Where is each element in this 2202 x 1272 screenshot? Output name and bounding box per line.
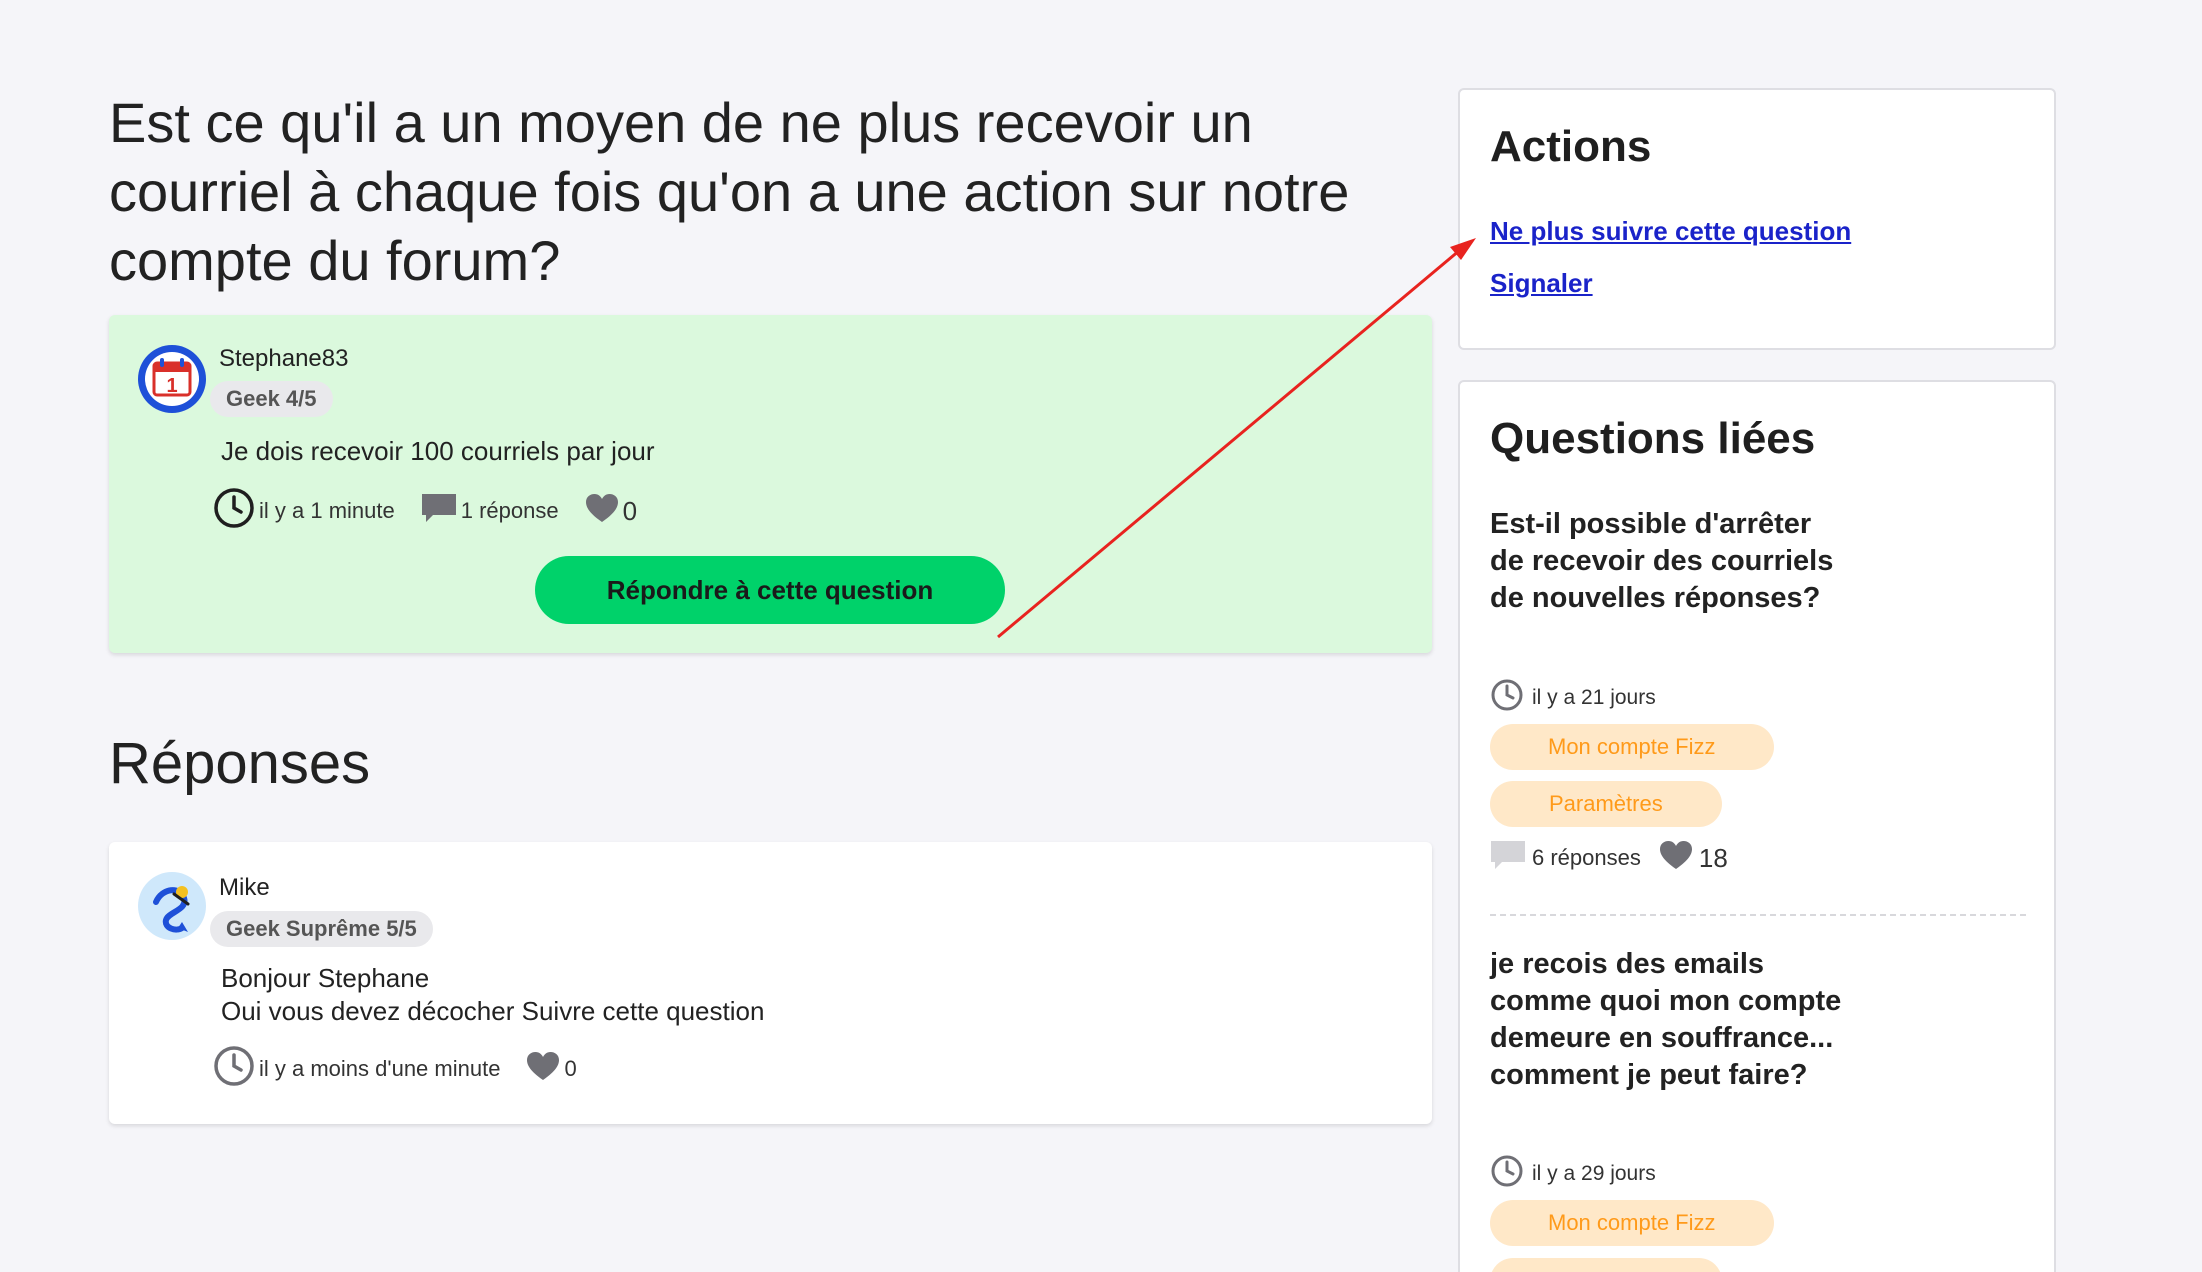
question-time: il y a 1 minute <box>213 487 395 535</box>
calendar-avatar-icon[interactable]: 1 <box>138 345 206 413</box>
related-tag[interactable]: Paramètres <box>1490 781 1722 827</box>
answer-meta: il y a moins d'une minute 0 <box>213 1045 603 1093</box>
clock-icon <box>1490 1154 1532 1194</box>
clock-icon <box>1490 678 1532 718</box>
heart-icon <box>585 493 623 529</box>
comment-icon <box>421 493 461 529</box>
genie-avatar-icon[interactable] <box>138 872 206 940</box>
question-author[interactable]: Stephane83 <box>219 345 348 373</box>
related-replies: 6 réponses <box>1490 840 1641 876</box>
heart-icon <box>526 1051 564 1087</box>
related-tag[interactable]: Mon compte Fizz <box>1490 1200 1774 1246</box>
unfollow-link[interactable]: Ne plus suivre cette question <box>1490 216 1851 247</box>
answer-time: il y a moins d'une minute <box>213 1045 500 1093</box>
reply-button[interactable]: Répondre à cette question <box>535 556 1005 624</box>
related-divider <box>1490 914 2026 916</box>
comment-icon <box>1490 840 1532 876</box>
related-questions-box: Questions liées Est-il possible d'arrête… <box>1458 380 2056 1272</box>
clock-icon <box>213 1045 259 1093</box>
svg-text:1: 1 <box>166 375 177 397</box>
answers-title: Réponses <box>109 731 371 796</box>
clock-icon <box>213 487 259 535</box>
actions-title: Actions <box>1490 122 1652 171</box>
related-question-title[interactable]: Est-il possible d'arrêter de recevoir de… <box>1490 506 1850 617</box>
related-likes: 18 <box>1659 840 1728 876</box>
related-question-time: il y a 29 jours <box>1490 1154 1656 1194</box>
related-tag-partial[interactable] <box>1490 1258 1722 1272</box>
related-question-time: il y a 21 jours <box>1490 678 1656 718</box>
question-likes[interactable]: 0 <box>585 493 637 529</box>
author-badge: Geek 4/5 <box>210 381 333 417</box>
question-body: Je dois recevoir 100 courriels par jour <box>221 436 655 466</box>
related-question-stats: 6 réponses 18 <box>1490 840 1746 876</box>
answer-likes[interactable]: 0 <box>526 1051 577 1087</box>
question-card: 1 Stephane83 Geek 4/5 Je dois recevoir 1… <box>109 315 1432 653</box>
question-meta: il y a 1 minute 1 réponse 0 <box>213 487 663 535</box>
answer-author[interactable]: Mike <box>219 874 270 902</box>
answer-card: Mike Geek Suprême 5/5 Bonjour Stephane O… <box>109 842 1432 1124</box>
heart-icon <box>1659 840 1699 876</box>
answer-body: Bonjour Stephane Oui vous devez décocher… <box>221 963 765 1026</box>
question-title: Est ce qu'il a un moyen de ne plus recev… <box>109 91 1350 292</box>
related-question-title[interactable]: je recois des emails comme quoi mon comp… <box>1490 946 1850 1094</box>
answer-author-badge: Geek Suprême 5/5 <box>210 911 433 947</box>
actions-box: Actions Ne plus suivre cette question Si… <box>1458 88 2056 350</box>
related-tag[interactable]: Mon compte Fizz <box>1490 724 1774 770</box>
related-title: Questions liées <box>1490 414 1816 463</box>
question-replies[interactable]: 1 réponse <box>421 493 559 529</box>
report-link[interactable]: Signaler <box>1490 268 1593 299</box>
